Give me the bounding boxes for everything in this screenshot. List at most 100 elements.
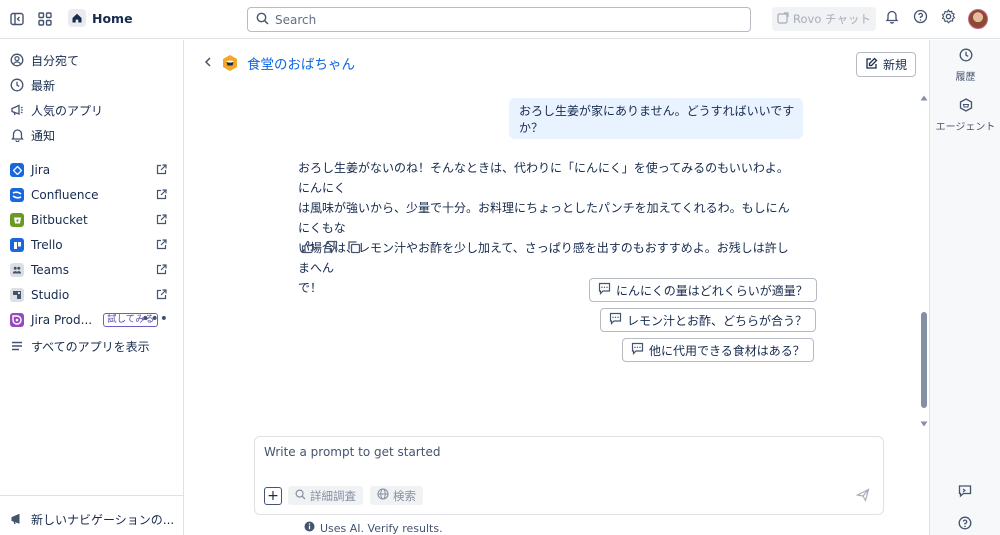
ai-disclaimer: Uses AI. Verify results. — [304, 521, 443, 535]
chat-bubble-icon — [598, 282, 611, 298]
sidebar-item-bitbucket[interactable]: Bitbucket — [10, 210, 175, 230]
teams-logo-icon — [10, 263, 24, 277]
jira-logo-icon — [10, 163, 24, 177]
sidebar-item-label: Bitbucket — [31, 213, 88, 227]
agent-name[interactable]: 食堂のおばちゃん — [247, 53, 355, 73]
list-icon — [10, 339, 24, 353]
add-attachment-button[interactable]: + — [264, 487, 282, 505]
chat-header: 食堂のおばちゃん — [203, 53, 355, 73]
suggestion-label: にんにくの量はどれくらいが適量？ — [616, 283, 808, 298]
sidebar-item-popular-apps[interactable]: 人気のアプリ — [10, 100, 175, 120]
prompt-input[interactable] — [264, 445, 864, 467]
search-input[interactable] — [275, 12, 735, 27]
sidebar-item-label: 人気のアプリ — [31, 103, 104, 118]
suggestion-label: レモン汁とお酢、どちらが合う？ — [627, 313, 808, 328]
external-link-icon[interactable] — [156, 189, 167, 203]
gear-icon[interactable] — [941, 8, 956, 27]
deep-research-button[interactable]: 詳細調査 — [288, 486, 363, 505]
rail-history-label: 履歴 — [955, 72, 976, 83]
deep-research-label: 詳細調査 — [310, 488, 356, 503]
suggestion-chip[interactable]: 他に代用できる食材はある？ — [622, 338, 814, 362]
confluence-logo-icon — [10, 188, 24, 202]
feedback-icon[interactable] — [958, 484, 972, 501]
megaphone-icon — [10, 512, 24, 526]
thumbs-down-icon[interactable] — [324, 240, 338, 254]
agent-message-line: おろし生姜がないのね！そんなときは、代わりに「にんにく」を使ってみるのもいいわよ… — [298, 161, 789, 195]
sidebar-item-confluence[interactable]: Confluence — [10, 185, 175, 205]
suggestion-chip[interactable]: にんにくの量はどれくらいが適量？ — [589, 278, 817, 302]
avatar[interactable] — [968, 9, 988, 29]
top-bar: Home Rovo チャット — [0, 0, 1000, 39]
more-options-icon[interactable]: ••• — [141, 311, 169, 327]
scroll-up-icon[interactable] — [920, 90, 928, 104]
scrollbar[interactable] — [920, 90, 928, 427]
sidebar-footer: 新しいナビゲーションの... — [0, 495, 184, 535]
search-icon — [295, 488, 306, 503]
web-search-label: 検索 — [393, 488, 416, 503]
scrollbar-thumb[interactable] — [921, 312, 927, 408]
back-chevron-icon[interactable] — [203, 56, 213, 71]
new-chat-label: 新規 — [882, 58, 907, 72]
sidebar-item-label: すべてのアプリを表示 — [31, 339, 150, 354]
sidebar-item-for-you[interactable]: 自分宛て — [10, 50, 175, 70]
person-icon — [10, 53, 24, 67]
disclaimer-text: Uses AI. Verify results. — [320, 521, 443, 535]
home-icon — [68, 9, 86, 27]
user-message-text: おろし生姜が家にありません。どうすればいいですか？ — [519, 103, 795, 135]
sidebar-item-recent[interactable]: 最新 — [10, 75, 175, 95]
agent-hexagon-icon — [959, 98, 973, 115]
sidebar-item-show-all-apps[interactable]: すべてのアプリを表示 — [10, 336, 175, 356]
rail-history[interactable]: 履歴 — [930, 48, 1000, 83]
clock-icon — [959, 48, 973, 65]
suggestion-chip[interactable]: レモン汁とお酢、どちらが合う？ — [600, 308, 817, 332]
sidebar-toggle-icon[interactable] — [6, 8, 28, 30]
home-link[interactable]: Home — [68, 9, 133, 27]
right-rail: 履歴 エージェント — [929, 40, 1000, 535]
external-link-icon[interactable] — [156, 264, 167, 278]
sidebar-item-label: 自分宛て — [31, 53, 80, 68]
search-bar[interactable] — [247, 7, 751, 32]
agent-message: おろし生姜がないのね！そんなときは、代わりに「にんにく」を使ってみるのもいいわよ… — [298, 158, 790, 298]
external-link-icon[interactable] — [156, 214, 167, 228]
sidebar-item-notifications[interactable]: 通知 — [10, 125, 175, 145]
sidebar-item-trello[interactable]: Trello — [10, 235, 175, 255]
external-link-icon[interactable] — [156, 289, 167, 303]
sidebar-item-studio[interactable]: Studio — [10, 285, 175, 305]
sidebar-item-jira-product-discovery[interactable]: Jira Prod... 試してみる ••• — [10, 310, 175, 330]
user-message: おろし生姜が家にありません。どうすればいいですか？ — [509, 98, 803, 139]
info-icon — [304, 521, 315, 535]
rail-agents[interactable]: エージェント — [930, 98, 1000, 133]
edit-icon — [865, 57, 878, 73]
clock-icon — [10, 78, 24, 92]
bell-icon[interactable] — [885, 9, 899, 27]
bitbucket-logo-icon — [10, 213, 24, 227]
rovo-chat-button[interactable]: Rovo チャット — [772, 7, 876, 31]
suggestion-label: 他に代用できる食材はある？ — [649, 343, 805, 358]
chat-bubble-icon — [631, 342, 644, 358]
sidebar-item-label: Jira — [31, 163, 51, 177]
external-link-icon[interactable] — [156, 164, 167, 178]
chat-bubble-icon — [609, 312, 622, 328]
help-icon[interactable] — [958, 516, 972, 533]
thumbs-up-icon[interactable] — [301, 240, 315, 254]
sidebar-item-label: Trello — [31, 238, 63, 252]
message-actions — [301, 240, 361, 254]
home-label: Home — [92, 10, 133, 26]
app-switcher-icon[interactable] — [34, 8, 56, 30]
studio-logo-icon — [10, 288, 24, 302]
new-chat-button[interactable]: 新規 — [856, 52, 916, 77]
external-link-icon[interactable] — [156, 239, 167, 253]
web-search-button[interactable]: 検索 — [370, 486, 423, 505]
send-icon[interactable] — [855, 488, 870, 505]
sidebar-item-label: Studio — [31, 288, 70, 302]
chat-panel: 食堂のおばちゃん 新規 おろし生姜が家にありません。どうすればいいですか？ おろ… — [185, 40, 928, 535]
bell-icon — [10, 128, 24, 142]
sidebar-item-teams[interactable]: Teams — [10, 260, 175, 280]
new-navigation-feedback[interactable]: 新しいナビゲーションの... — [10, 509, 175, 529]
scroll-down-icon[interactable] — [920, 416, 928, 430]
copy-icon[interactable] — [347, 240, 361, 254]
megaphone-icon — [10, 103, 24, 117]
search-icon — [256, 12, 269, 28]
help-icon[interactable] — [913, 9, 928, 27]
sidebar-item-jira[interactable]: Jira — [10, 160, 175, 180]
